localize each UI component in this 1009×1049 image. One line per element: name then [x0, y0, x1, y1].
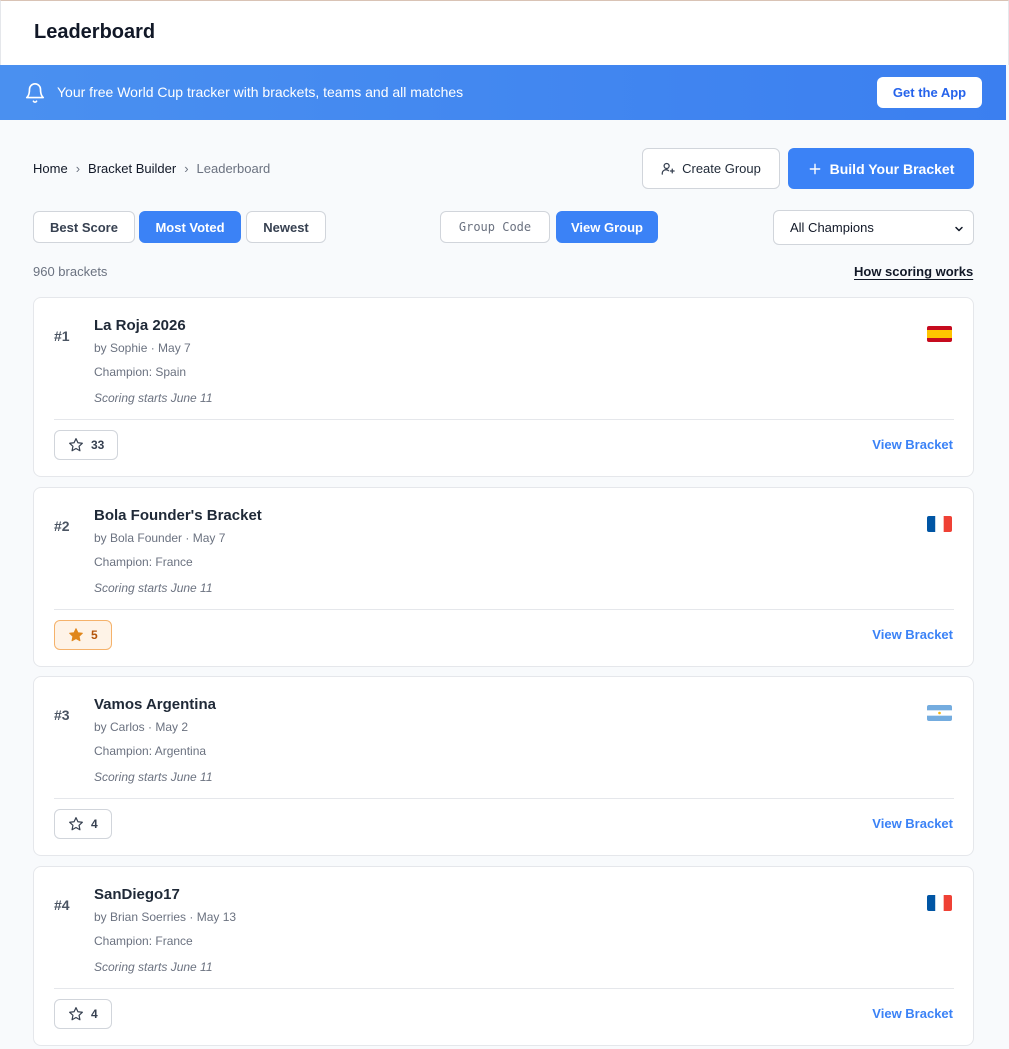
star-outline-icon	[69, 438, 83, 452]
bracket-scoring-note: Scoring starts June 11	[94, 770, 213, 784]
france-flag-icon	[927, 895, 952, 911]
spain-flag-icon	[927, 326, 952, 342]
breadcrumb-current: Leaderboard	[196, 161, 271, 176]
bracket-author: by Brian Soerries · May 13	[94, 910, 237, 924]
card-divider	[54, 798, 954, 799]
vote-count: 4	[91, 1007, 98, 1021]
champion-filter-value: All Champions	[790, 220, 874, 235]
view-bracket-link[interactable]: View Bracket	[872, 816, 953, 831]
vote-count: 4	[91, 817, 98, 831]
top-bar: Leaderboard	[0, 0, 1009, 65]
champion-filter-select[interactable]: All Champions	[773, 210, 974, 245]
bracket-title[interactable]: La Roja 2026	[94, 317, 186, 334]
get-app-button[interactable]: Get the App	[877, 77, 982, 108]
bracket-champion: Champion: France	[94, 555, 193, 569]
bracket-card: #2 Bola Founder's Bracket by Bola Founde…	[33, 487, 974, 667]
bell-icon	[25, 83, 45, 103]
tab-newest[interactable]: Newest	[246, 211, 326, 243]
build-bracket-button[interactable]: Build Your Bracket	[788, 148, 974, 189]
create-group-button[interactable]: Create Group	[642, 148, 780, 189]
vote-count: 33	[91, 438, 105, 452]
bracket-title[interactable]: Vamos Argentina	[94, 696, 216, 713]
france-flag-icon	[927, 516, 952, 532]
breadcrumb-separator: ›	[75, 161, 81, 176]
bracket-rank: #4	[54, 897, 70, 913]
bracket-scoring-note: Scoring starts June 11	[94, 960, 213, 974]
vote-count: 5	[91, 628, 98, 642]
bracket-author: by Bola Founder · May 7	[94, 531, 226, 545]
view-bracket-link[interactable]: View Bracket	[872, 1006, 953, 1021]
user-plus-icon	[661, 162, 675, 175]
breadcrumb-separator: ›	[184, 161, 189, 176]
bracket-scoring-note: Scoring starts June 11	[94, 581, 213, 595]
view-bracket-link[interactable]: View Bracket	[872, 437, 953, 452]
bracket-card: #1 La Roja 2026 by Sophie · May 7 Champi…	[33, 297, 974, 477]
page-title: Leaderboard	[34, 21, 156, 43]
breadcrumb-home[interactable]: Home	[33, 161, 68, 176]
tab-most-voted[interactable]: Most Voted	[139, 211, 241, 243]
argentina-flag-icon	[927, 705, 952, 721]
star-filled-icon	[69, 628, 83, 642]
star-outline-icon	[69, 1007, 83, 1021]
bracket-champion: Champion: France	[94, 934, 193, 948]
bracket-title[interactable]: Bola Founder's Bracket	[94, 507, 262, 524]
build-bracket-label: Build Your Bracket	[829, 160, 955, 177]
bracket-card: #3 Vamos Argentina by Carlos · May 2 Cha…	[33, 676, 974, 856]
app-promo-banner: Your free World Cup tracker with bracket…	[0, 65, 1006, 120]
bracket-rank: #2	[54, 518, 70, 534]
bracket-rank: #1	[54, 328, 70, 344]
vote-button[interactable]: 4	[54, 999, 112, 1029]
bracket-rank: #3	[54, 707, 70, 723]
bracket-scoring-note: Scoring starts June 11	[94, 391, 213, 405]
chevron-down-icon	[955, 226, 963, 232]
vote-button[interactable]: 4	[54, 809, 112, 839]
view-bracket-link[interactable]: View Bracket	[872, 627, 953, 642]
tab-best-score[interactable]: Best Score	[33, 211, 135, 243]
card-divider	[54, 609, 954, 610]
vote-button[interactable]: 5	[54, 620, 112, 650]
plus-icon	[809, 163, 820, 174]
vote-button[interactable]: 33	[54, 430, 119, 460]
create-group-label: Create Group	[682, 161, 761, 176]
bracket-title[interactable]: SanDiego17	[94, 886, 180, 903]
card-divider	[54, 988, 954, 989]
breadcrumb: Home › Bracket Builder › Leaderboard	[33, 161, 270, 176]
bracket-author: by Carlos · May 2	[94, 720, 189, 734]
bracket-champion: Champion: Argentina	[94, 744, 207, 758]
bracket-card: #4 SanDiego17 by Brian Soerries · May 13…	[33, 866, 974, 1046]
bracket-author: by Sophie · May 7	[94, 341, 191, 355]
bracket-champion: Champion: Spain	[94, 365, 187, 379]
how-scoring-works-link[interactable]: How scoring works	[854, 264, 973, 279]
bracket-count: 960 brackets	[33, 264, 108, 279]
group-code-input[interactable]	[440, 211, 550, 243]
breadcrumb-bracket-builder[interactable]: Bracket Builder	[88, 161, 176, 176]
banner-text: Your free World Cup tracker with bracket…	[57, 84, 464, 100]
card-divider	[54, 419, 954, 420]
star-outline-icon	[69, 817, 83, 831]
view-group-button[interactable]: View Group	[556, 211, 658, 243]
